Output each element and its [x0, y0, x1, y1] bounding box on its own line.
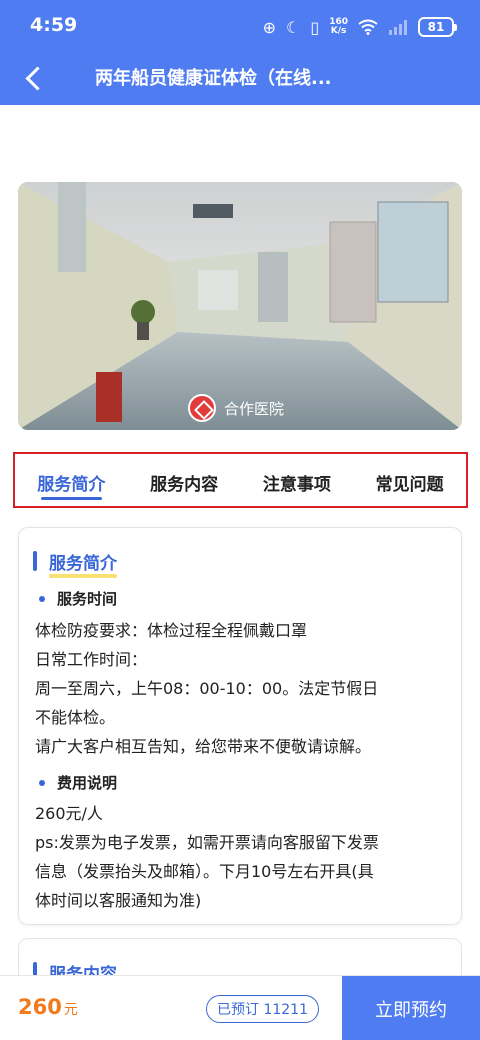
text-line: 日常工作时间： [35, 650, 148, 669]
app-screen: 4:59 ⊕ ☾ ▯ 160 K/s 81 两年船员健康证体检（在线... 合作… [0, 0, 480, 1040]
wifi-icon [358, 19, 378, 35]
section-bar [33, 551, 37, 571]
text-line: 不能体检。 [35, 708, 116, 727]
vibrate-icon: ▯ [310, 17, 320, 37]
bullet-dot [39, 595, 45, 602]
text-line: 周一至周六，上午08：00-10：00。法定节假日 [35, 679, 379, 698]
section-heading: 服务简介 [33, 548, 117, 578]
text-line: 信息（发票抬头及邮箱）。下月10号左右开具(具 [35, 862, 374, 881]
tab-notes[interactable]: 注意事项 [241, 454, 354, 506]
partner-label: 合作医院 [224, 399, 285, 418]
fee-heading: 费用说明 [39, 772, 117, 793]
service-intro-card: 服务简介 服务时间 体检防疫要求：体检过程全程佩戴口罩 日常工作时间： 周一至周… [18, 527, 462, 925]
fee-text: 260元/人 ps:发票为电子发票，如需开票请向客服留下发票 信息（发票抬头及邮… [35, 799, 447, 915]
tab-service-intro[interactable]: 服务简介 [15, 454, 128, 506]
moon-icon: ☾ [286, 17, 301, 37]
tab-service-content[interactable]: 服务内容 [128, 454, 241, 506]
top-bar: 4:59 ⊕ ☾ ▯ 160 K/s 81 两年船员健康证体检（在线... [0, 0, 480, 105]
service-time-label: 服务时间 [57, 590, 118, 608]
bullet-dot [39, 779, 45, 786]
network-speed: 160 K/s [329, 18, 348, 36]
partner-hospital-badge: 合作医院 [188, 393, 284, 423]
status-time: 4:59 [30, 14, 78, 36]
signal-icon [389, 20, 407, 35]
nfc-icon: ⊕ [262, 17, 277, 37]
status-bar: 4:59 ⊕ ☾ ▯ 160 K/s 81 [0, 0, 480, 52]
text-line: 体时间以客服通知为准) [35, 891, 202, 910]
price-value: 260 [18, 995, 62, 1019]
booked-count-badge: 已预订 11211 [206, 995, 319, 1023]
page-title: 两年船员健康证体检（在线... [95, 68, 332, 89]
network-speed-unit: K/s [330, 26, 347, 36]
text-line: 体检防疫要求：体检过程全程佩戴口罩 [35, 621, 308, 640]
service-time-heading: 服务时间 [39, 588, 117, 609]
text-line: ps:发票为电子发票，如需开票请向客服留下发票 [35, 833, 379, 852]
text-line: 260元/人 [35, 804, 103, 823]
battery-icon: 81 [418, 17, 457, 37]
tab-bar: 服务简介 服务内容 注意事项 常见问题 [13, 452, 468, 508]
price-display: 260 元 [18, 995, 78, 1019]
nav-bar: 两年船员健康证体检（在线... [0, 52, 480, 105]
bottom-action-bar: 260 元 已预订 11211 立即预约 [0, 975, 480, 1040]
tab-faq[interactable]: 常见问题 [353, 454, 466, 506]
service-time-text: 体检防疫要求：体检过程全程佩戴口罩 日常工作时间： 周一至周六，上午08：00-… [35, 616, 447, 761]
hospital-banner-image: 合作医院 [18, 182, 462, 430]
text-line: 请广大客户相互告知，给您带来不便敬请谅解。 [35, 737, 372, 756]
status-icons: ⊕ ☾ ▯ 160 K/s 81 [262, 14, 457, 40]
book-now-button[interactable]: 立即预约 [342, 976, 480, 1040]
price-unit: 元 [63, 1002, 78, 1018]
hospital-logo-icon [188, 394, 216, 422]
section-title: 服务简介 [49, 549, 117, 578]
fee-label: 费用说明 [57, 774, 118, 792]
back-arrow-icon[interactable] [20, 62, 52, 94]
